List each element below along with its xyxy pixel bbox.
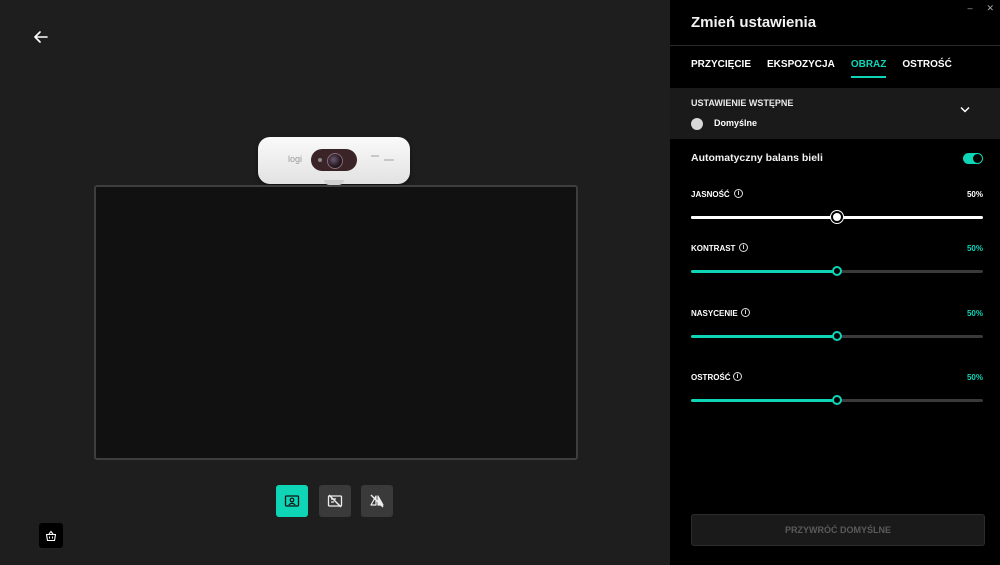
info-icon[interactable]: i [741,308,750,317]
slider-fill [691,270,837,273]
face-frame-button[interactable] [276,485,308,517]
basket-icon [45,530,57,541]
tab-ekspozycja[interactable]: EKSPOZYCJA [767,59,835,78]
camera-mic-right [384,159,394,161]
slider-value: 50% [966,244,983,253]
slider-fill [691,335,837,338]
auto-white-balance-label: Automatyczny balans bieli [691,152,823,164]
divider [670,45,1000,46]
slider-label: OSTROŚĆ [691,373,731,382]
info-icon[interactable]: i [734,189,743,198]
preset-dropdown[interactable]: USTAWIENIE WSTĘPNE Domyślne [670,88,1000,139]
reset-defaults-button[interactable]: PRZYWRÓĆ DOMYŚLNE [691,514,985,546]
flip-off-button[interactable] [361,485,393,517]
camera-brand-logo: logi [288,154,303,164]
slider-track[interactable] [691,266,983,276]
slider-track[interactable] [691,211,983,223]
slider-thumb[interactable] [831,211,843,223]
slider-track[interactable] [691,395,983,405]
back-button[interactable] [30,26,52,48]
minimize-button[interactable]: – [967,3,972,14]
slider-fill [691,216,837,219]
slider-value: 50% [966,373,983,382]
slider-value: 50% [966,190,983,199]
settings-panel: – ✕ Zmień ustawienia PRZYCIĘCIE EKSPOZYC… [670,0,1000,565]
slider-label: NASYCENIE [691,309,738,318]
preset-label: USTAWIENIE WSTĘPNE [691,98,794,108]
arrow-left-icon [34,31,48,43]
slider-thumb[interactable] [832,266,842,276]
slider-fill [691,399,837,402]
settings-tabs: PRZYCIĘCIE EKSPOZYCJA OBRAZ OSTROŚĆ [691,59,952,78]
face-frame-icon [284,495,300,507]
toggle-knob [973,154,982,163]
slider-label: KONTRAST [691,244,736,253]
preset-value: Domyślne [714,118,758,128]
flip-crossed-icon [370,494,384,508]
slider-label: JASNOŚĆ [691,190,730,199]
slider-track[interactable] [691,331,983,341]
camera-preview-area: logi [0,0,670,565]
slider-value: 50% [966,309,983,318]
info-icon[interactable]: i [739,243,748,252]
tab-przyciecie[interactable]: PRZYCIĘCIE [691,59,751,78]
camera-lens-housing [311,149,357,171]
slider-thumb[interactable] [832,395,842,405]
tab-obraz[interactable]: OBRAZ [850,59,887,78]
slider-thumb[interactable] [832,331,842,341]
info-icon[interactable]: i [733,372,742,381]
close-button[interactable]: ✕ [986,3,994,14]
camera-lens [327,153,343,169]
frame-off-button[interactable] [319,485,351,517]
video-preview [94,185,578,460]
panel-title: Zmień ustawienia [691,14,817,31]
webcam-illustration: logi [258,137,410,185]
auto-white-balance-toggle[interactable] [963,153,983,164]
camera-indicator [318,158,322,162]
basket-button[interactable] [39,523,63,548]
tab-ostrosc[interactable]: OSTROŚĆ [902,59,951,78]
frame-crossed-icon [327,494,343,508]
camera-mic-left [371,155,379,157]
window-controls: – ✕ [967,3,994,14]
preset-color-dot [691,118,703,130]
chevron-down-icon [960,106,970,113]
